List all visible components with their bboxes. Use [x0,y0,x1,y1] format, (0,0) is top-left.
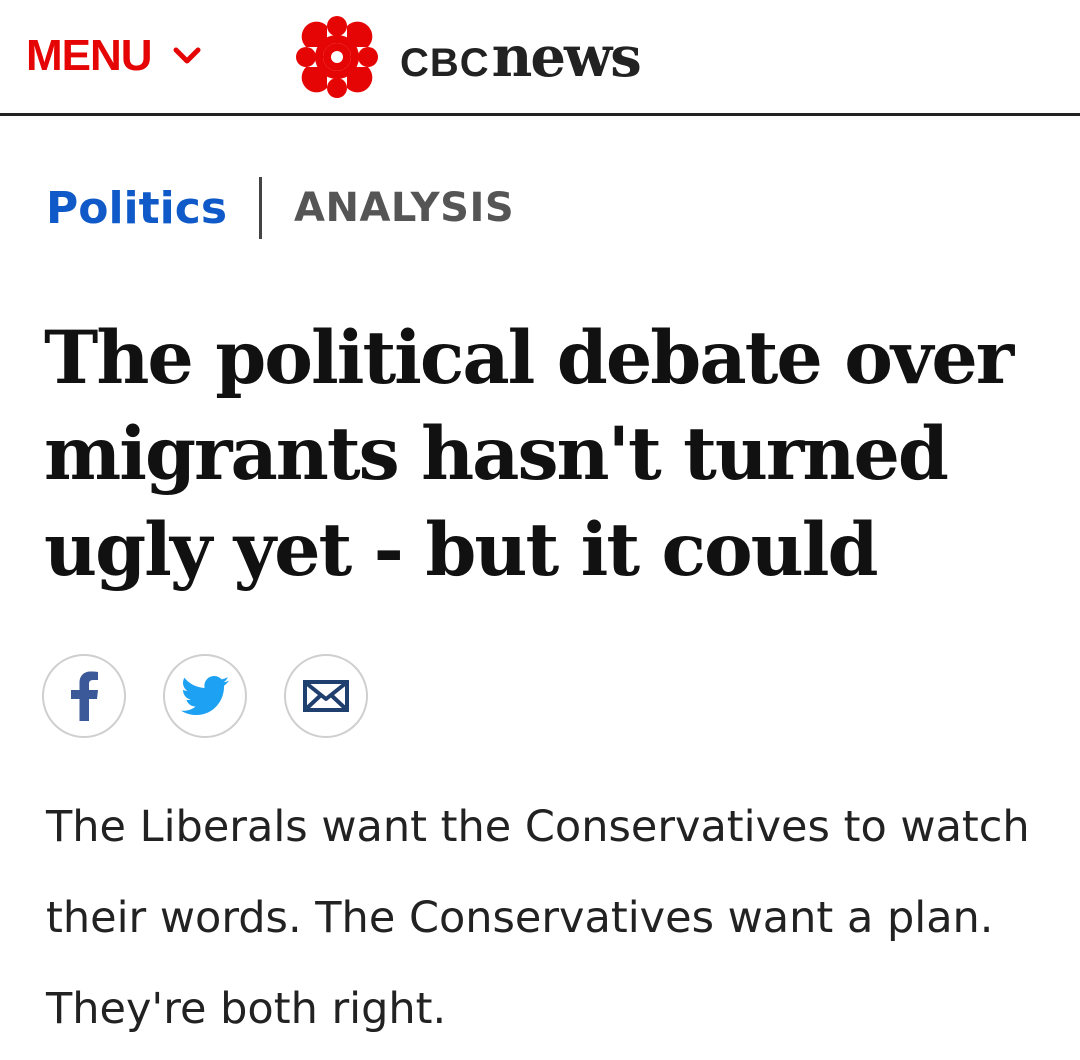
logo-brand-cbc: CBC [400,41,490,85]
share-facebook-button[interactable] [42,654,126,738]
logo-wordmark: CBC news [400,24,642,90]
share-bar [42,654,405,738]
cbc-gem-logo [296,16,378,98]
menu-label: MENU [26,31,153,80]
twitter-icon [181,676,229,715]
article-kicker: Politics ANALYSIS [46,176,514,240]
menu-button[interactable]: MENU [26,34,202,78]
email-icon [303,680,349,712]
article-headline: The political debate over migrants hasn'… [44,315,1014,593]
facebook-icon [71,671,98,721]
share-email-button[interactable] [284,654,368,738]
chevron-down-icon [173,47,201,64]
kicker-divider [259,177,263,239]
share-twitter-button[interactable] [163,654,247,738]
cbc-news-logo[interactable]: CBC news [292,12,642,102]
article-dek: The Liberals want the Conservatives to w… [46,802,1030,1034]
logo-brand-news: news [491,24,642,90]
section-link-politics[interactable]: Politics [46,183,227,234]
article-type-label: ANALYSIS [294,185,515,231]
site-header: MENU CBC news [0,0,1080,116]
